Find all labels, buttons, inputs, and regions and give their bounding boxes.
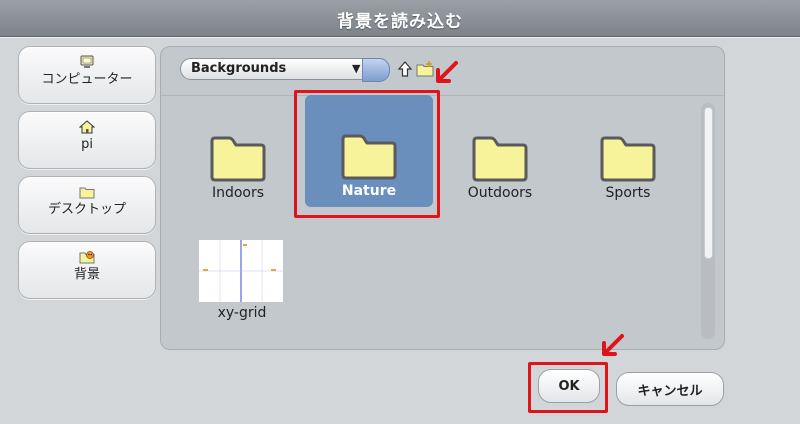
up-folder-icon[interactable] bbox=[396, 60, 414, 78]
scrollbar-thumb[interactable] bbox=[704, 107, 713, 259]
file-item-xy-grid[interactable]: xy-grid bbox=[199, 235, 284, 331]
folder-item-indoors[interactable]: Indoors bbox=[174, 97, 302, 209]
backgrounds-icon bbox=[79, 251, 95, 264]
file-name: xy-grid bbox=[217, 305, 267, 321]
file-browser-panel: Backgrounds ▼ Indoors Nature Outdoors Sp… bbox=[160, 46, 725, 350]
sidebar-item-label: デスクトップ bbox=[47, 202, 126, 217]
highlight-nature bbox=[294, 90, 440, 218]
annotation-arrow-icon bbox=[436, 61, 458, 83]
folder-icon bbox=[600, 136, 656, 182]
sidebar-item-label: コンピューター bbox=[41, 72, 133, 87]
xy-grid-thumbnail bbox=[199, 240, 283, 302]
folder-item-outdoors[interactable]: Outdoors bbox=[436, 97, 564, 209]
highlight-ok bbox=[528, 362, 608, 413]
sidebar-item-label: pi bbox=[81, 137, 93, 152]
dialog-title: 背景を読み込む bbox=[337, 12, 463, 32]
folder-icon bbox=[79, 187, 95, 199]
sidebar-item-computer[interactable]: コンピューター bbox=[18, 46, 156, 104]
new-folder-icon[interactable] bbox=[416, 60, 434, 78]
location-dropdown[interactable]: Backgrounds ▼ bbox=[180, 58, 390, 82]
home-icon bbox=[79, 120, 95, 134]
chevron-down-icon: ▼ bbox=[352, 62, 361, 75]
folder-icon bbox=[210, 136, 266, 182]
file-name: Outdoors bbox=[467, 185, 533, 201]
title-bar: 背景を読み込む bbox=[0, 0, 800, 37]
vertical-scrollbar[interactable] bbox=[701, 103, 715, 339]
folder-icon bbox=[472, 136, 528, 182]
sidebar-item-backgrounds[interactable]: 背景 bbox=[18, 241, 156, 299]
annotation-arrow-icon bbox=[602, 334, 624, 356]
file-name: Sports bbox=[605, 185, 651, 201]
cancel-button[interactable]: キャンセル bbox=[616, 372, 724, 406]
sidebar-item-desktop[interactable]: デスクトップ bbox=[18, 176, 156, 234]
file-name: Indoors bbox=[211, 185, 265, 201]
dropdown-cap bbox=[362, 58, 390, 82]
sidebar-item-pi[interactable]: pi bbox=[18, 111, 156, 169]
location-label: Backgrounds bbox=[191, 61, 287, 76]
folder-item-sports[interactable]: Sports bbox=[564, 97, 692, 209]
computer-icon bbox=[80, 55, 94, 68]
sidebar-item-label: 背景 bbox=[73, 267, 100, 282]
